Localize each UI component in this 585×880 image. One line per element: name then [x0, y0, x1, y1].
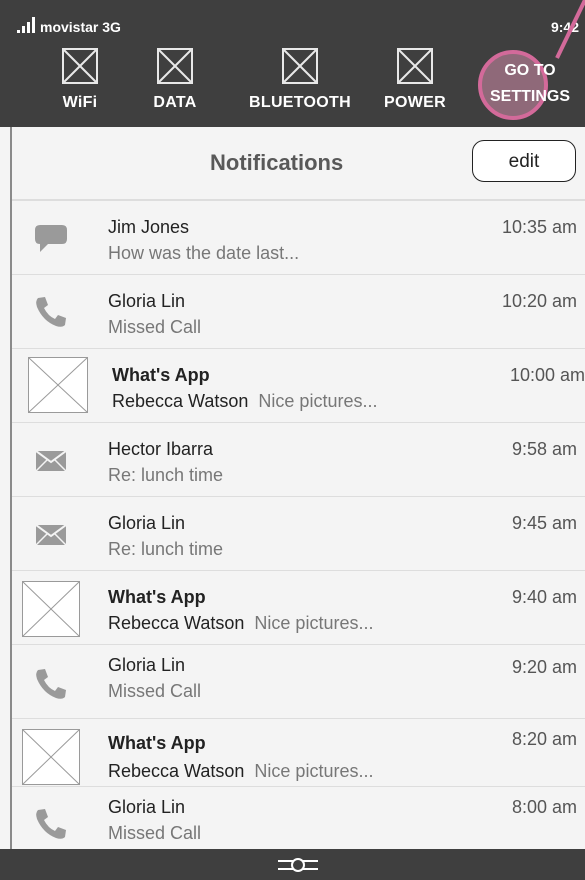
notification-title: Hector Ibarra: [108, 439, 214, 459]
notification-title: What's App: [108, 587, 206, 607]
phone-icon: [36, 297, 66, 327]
app-image-placeholder: [22, 729, 80, 785]
app-image-placeholder: [28, 357, 88, 413]
wifi-label: WiFi: [62, 94, 98, 111]
message-preview: Nice pictures...: [254, 761, 374, 781]
notification-time: 10:00 am: [509, 365, 585, 385]
notification-row[interactable]: Gloria Lin Missed Call 8:00 am: [12, 786, 585, 849]
notification-time: 9:45 am: [511, 513, 577, 533]
notification-row[interactable]: What's App Rebecca Watson Nice pictures.…: [12, 570, 585, 644]
notification-time: 8:20 am: [511, 729, 577, 749]
notification-row[interactable]: Gloria Lin Missed Call 9:20 am: [12, 644, 585, 718]
wifi-toggle[interactable]: WiFi: [25, 48, 135, 118]
go-to-settings-button[interactable]: GO TO SETTINGS: [470, 50, 585, 120]
message-sender: Rebecca Watson: [108, 761, 245, 781]
notification-shade: movistar 3G 9:42 WiFi DATA BLUETOOTH POW…: [0, 0, 585, 880]
notification-time: 9:20 am: [511, 657, 577, 677]
envelope-icon: [36, 451, 66, 471]
notification-message: Missed Call: [108, 823, 202, 843]
notification-time: 9:40 am: [511, 587, 577, 607]
notification-title: Gloria Lin: [108, 655, 186, 675]
message-preview: Nice pictures...: [254, 613, 374, 633]
pointer-arrow-icon: [555, 0, 585, 59]
notification-message: Rebecca Watson Nice pictures...: [112, 391, 377, 412]
drag-handle-icon[interactable]: [278, 855, 318, 875]
notification-title: Gloria Lin: [108, 291, 186, 311]
bluetooth-toggle[interactable]: BLUETOOTH: [240, 48, 360, 118]
notification-time: 10:35 am: [501, 217, 577, 237]
wifi-icon: [62, 48, 98, 84]
notification-row[interactable]: Gloria Lin Missed Call 10:20 am: [12, 274, 585, 348]
notification-row[interactable]: Hector Ibarra Re: lunch time 9:58 am: [12, 422, 585, 496]
power-label: POWER: [384, 94, 446, 111]
notification-message: Missed Call: [108, 681, 202, 701]
settings-line-1: GO TO: [504, 62, 556, 79]
bluetooth-icon: [282, 48, 318, 84]
settings-line-2: SETTINGS: [489, 88, 570, 105]
carrier-label: movistar 3G: [40, 19, 121, 35]
bluetooth-label: BLUETOOTH: [249, 94, 351, 111]
signal-strength-icon: [17, 17, 37, 33]
phone-icon: [36, 809, 66, 839]
top-bar: movistar 3G 9:42 WiFi DATA BLUETOOTH POW…: [0, 0, 585, 127]
message-preview: Nice pictures...: [258, 391, 378, 411]
envelope-icon: [36, 525, 66, 545]
data-icon: [157, 48, 193, 84]
notification-row[interactable]: What's App Rebecca Watson Nice pictures.…: [12, 348, 585, 422]
notification-message: Re: lunch time: [108, 539, 224, 559]
notification-title: Gloria Lin: [108, 513, 186, 533]
chat-bubble-icon: [35, 225, 67, 252]
notification-title: Gloria Lin: [108, 797, 186, 817]
message-sender: Rebecca Watson: [108, 613, 245, 633]
notifications-title: Notifications: [210, 150, 344, 175]
notification-row[interactable]: What's App Rebecca Watson Nice pictures.…: [12, 718, 585, 786]
notification-message: Rebecca Watson Nice pictures...: [108, 613, 373, 634]
data-label: DATA: [153, 94, 197, 111]
notification-row[interactable]: Gloria Lin Re: lunch time 9:45 am: [12, 496, 585, 570]
notification-message: Re: lunch time: [108, 465, 224, 485]
notification-row[interactable]: Jim Jones How was the date last... 10:35…: [12, 200, 585, 274]
status-bar: movistar 3G 9:42: [0, 0, 585, 40]
notification-time: 9:58 am: [511, 439, 577, 459]
notification-time: 10:20 am: [501, 291, 577, 311]
app-image-placeholder: [22, 581, 80, 637]
notification-title: What's App: [112, 365, 210, 385]
bottom-bar: [0, 849, 585, 880]
notification-message: How was the date last...: [108, 243, 300, 263]
edit-button[interactable]: edit: [472, 140, 576, 182]
data-toggle[interactable]: DATA: [120, 48, 230, 118]
message-sender: Rebecca Watson: [112, 391, 249, 411]
notification-message: Missed Call: [108, 317, 202, 337]
notification-message: Rebecca Watson Nice pictures...: [108, 761, 373, 782]
notification-time: 8:00 am: [511, 797, 577, 817]
notification-title: Jim Jones: [108, 217, 190, 237]
power-icon: [397, 48, 433, 84]
power-toggle[interactable]: POWER: [360, 48, 470, 118]
notification-title: What's App: [108, 733, 206, 753]
phone-icon: [36, 669, 66, 699]
